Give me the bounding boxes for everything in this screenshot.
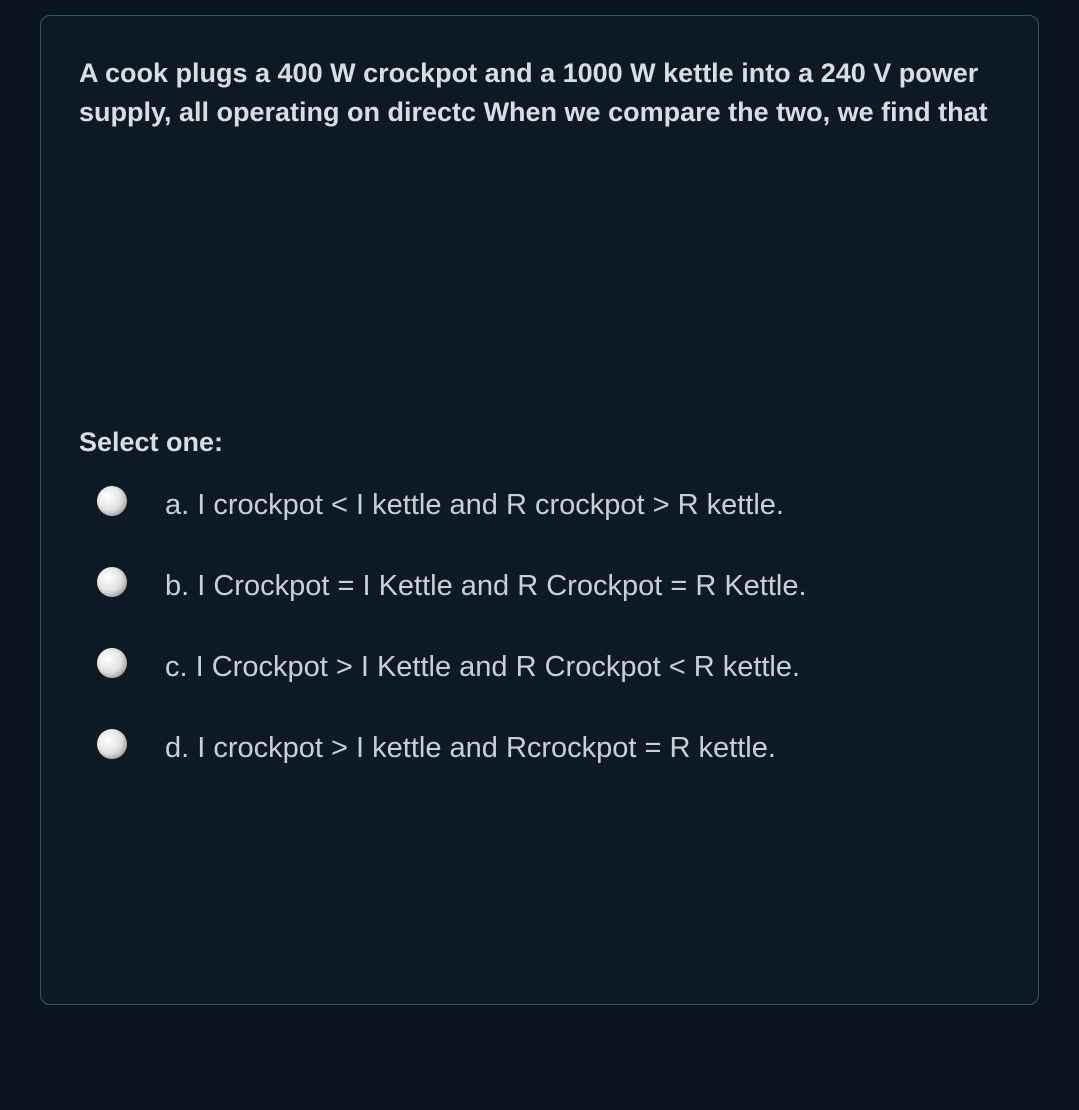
select-one-label: Select one: (79, 427, 1000, 458)
option-d-text: d. I crockpot > I kettle and Rcrockpot =… (165, 723, 836, 774)
option-d-row[interactable]: d. I crockpot > I kettle and Rcrockpot =… (79, 723, 1000, 774)
option-content: I Crockpot = I Kettle and R Crockpot = R… (197, 570, 806, 602)
option-content: I crockpot < I kettle and R crockpot > R… (197, 489, 784, 521)
option-letter: a. (165, 489, 189, 521)
option-letter: d. (165, 732, 189, 764)
option-letter: c. (165, 651, 188, 683)
option-a-text: a. I crockpot < I kettle and R crockpot … (165, 480, 844, 531)
option-b-row[interactable]: b. I Crockpot = I Kettle and R Crockpot … (79, 561, 1000, 612)
option-c-row[interactable]: c. I Crockpot > I Kettle and R Crockpot … (79, 642, 1000, 693)
radio-icon[interactable] (97, 567, 127, 597)
question-prompt: A cook plugs a 400 W crockpot and a 1000… (79, 54, 1000, 132)
option-content: I Crockpot > I Kettle and R Crockpot < R… (196, 651, 800, 683)
radio-icon[interactable] (97, 648, 127, 678)
option-a-row[interactable]: a. I crockpot < I kettle and R crockpot … (79, 480, 1000, 531)
option-b-text: b. I Crockpot = I Kettle and R Crockpot … (165, 561, 867, 612)
radio-icon[interactable] (97, 729, 127, 759)
radio-icon[interactable] (97, 486, 127, 516)
option-c-text: c. I Crockpot > I Kettle and R Crockpot … (165, 642, 860, 693)
question-card: A cook plugs a 400 W crockpot and a 1000… (40, 15, 1039, 1005)
option-content: I crockpot > I kettle and Rcrockpot = R … (197, 732, 776, 764)
option-letter: b. (165, 570, 189, 602)
